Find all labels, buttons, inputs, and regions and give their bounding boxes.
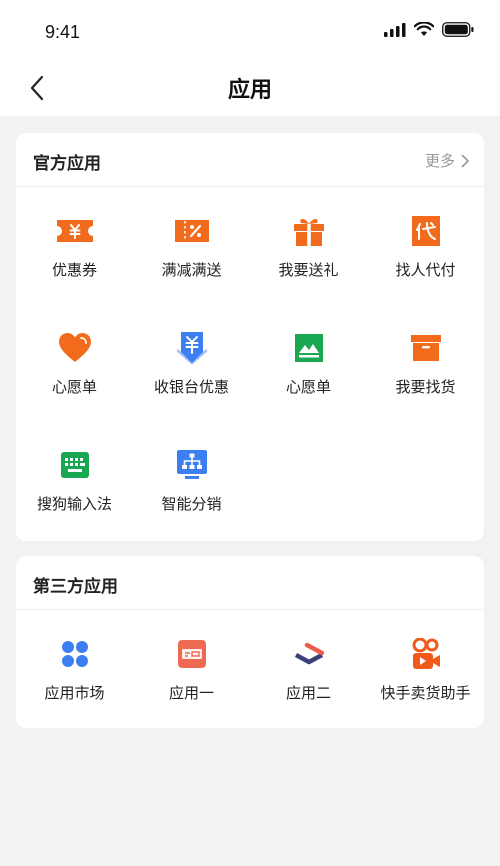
app-market-icon bbox=[57, 636, 93, 672]
app-label: 心愿单 bbox=[285, 379, 331, 396]
distribution-icon bbox=[174, 447, 210, 483]
discount-icon bbox=[174, 213, 210, 249]
box-icon bbox=[408, 330, 444, 366]
app-label: 智能分销 bbox=[161, 496, 222, 513]
app-label: 应用二 bbox=[285, 685, 331, 702]
app-label: 应用市场 bbox=[44, 685, 105, 702]
app-item-cashier[interactable]: 收银台优惠 bbox=[133, 330, 250, 397]
app-label: 收银台优惠 bbox=[153, 379, 229, 396]
navigation-bar: 应用 bbox=[0, 62, 500, 116]
chevron-right-icon bbox=[461, 154, 469, 167]
app-item-find-goods[interactable]: 我要找货 bbox=[367, 330, 484, 397]
keyboard-icon bbox=[57, 447, 93, 483]
third-party-apps-card: 第三方应用 应用市场 应用一 应用二 快手卖货助手 bbox=[16, 556, 484, 728]
cashier-icon bbox=[174, 330, 210, 366]
app-item-app-market[interactable]: 应用市场 bbox=[16, 636, 133, 703]
more-button[interactable]: 更多 bbox=[425, 150, 470, 171]
status-time: 9:41 bbox=[45, 22, 81, 42]
kuaishou-icon bbox=[408, 636, 444, 672]
app-item-smart-distribution[interactable]: 智能分销 bbox=[133, 447, 250, 514]
page-title: 应用 bbox=[227, 77, 272, 102]
official-apps-title: 官方应用 bbox=[33, 154, 101, 173]
app-item-app-two[interactable]: 应用二 bbox=[250, 636, 367, 703]
third-party-apps-title: 第三方应用 bbox=[33, 577, 118, 596]
app-label: 优惠券 bbox=[51, 262, 97, 279]
app-item-coupon[interactable]: 优惠券 bbox=[16, 213, 133, 280]
app-label: 我要送礼 bbox=[278, 262, 339, 279]
wifi-icon bbox=[414, 22, 434, 36]
heart-icon bbox=[57, 330, 93, 366]
app-item-kuaishou[interactable]: 快手卖货助手 bbox=[367, 636, 484, 703]
third-party-apps-header: 第三方应用 bbox=[16, 556, 484, 610]
app-label: 搜狗输入法 bbox=[36, 496, 112, 513]
app-label: 满减满送 bbox=[161, 262, 222, 279]
status-bar: 9:41 bbox=[0, 0, 500, 62]
app-label: 找人代付 bbox=[395, 262, 456, 279]
app-two-icon bbox=[291, 636, 327, 672]
app-item-app-one[interactable]: 应用一 bbox=[133, 636, 250, 703]
app-label: 应用一 bbox=[168, 685, 214, 702]
app-item-wishlist[interactable]: 心愿单 bbox=[16, 330, 133, 397]
app-label: 我要找货 bbox=[395, 379, 456, 396]
app-item-pay-for-me[interactable]: 找人代付 bbox=[367, 213, 484, 280]
cellular-signal-icon bbox=[384, 22, 406, 37]
app-item-wishlist-two[interactable]: 心愿单 bbox=[250, 330, 367, 397]
coupon-icon bbox=[56, 213, 93, 249]
mountain-image-icon bbox=[291, 330, 327, 366]
app-item-discount[interactable]: 满减满送 bbox=[133, 213, 250, 280]
app-label: 心愿单 bbox=[51, 379, 97, 396]
gift-icon bbox=[291, 213, 327, 249]
app-item-gift[interactable]: 我要送礼 bbox=[250, 213, 367, 280]
app-one-icon bbox=[174, 636, 210, 672]
app-label: 快手卖货助手 bbox=[380, 685, 471, 702]
app-item-sogou-input[interactable]: 搜狗输入法 bbox=[16, 447, 133, 514]
battery-icon bbox=[442, 22, 474, 37]
official-apps-card: 官方应用 更多 优惠券 满减满送 我要送礼 找人代付 心愿单 收银台优惠 心愿单… bbox=[16, 133, 484, 541]
official-apps-header: 官方应用 更多 bbox=[16, 133, 484, 187]
more-label: 更多 bbox=[424, 153, 455, 170]
pay-for-me-icon bbox=[408, 213, 444, 249]
